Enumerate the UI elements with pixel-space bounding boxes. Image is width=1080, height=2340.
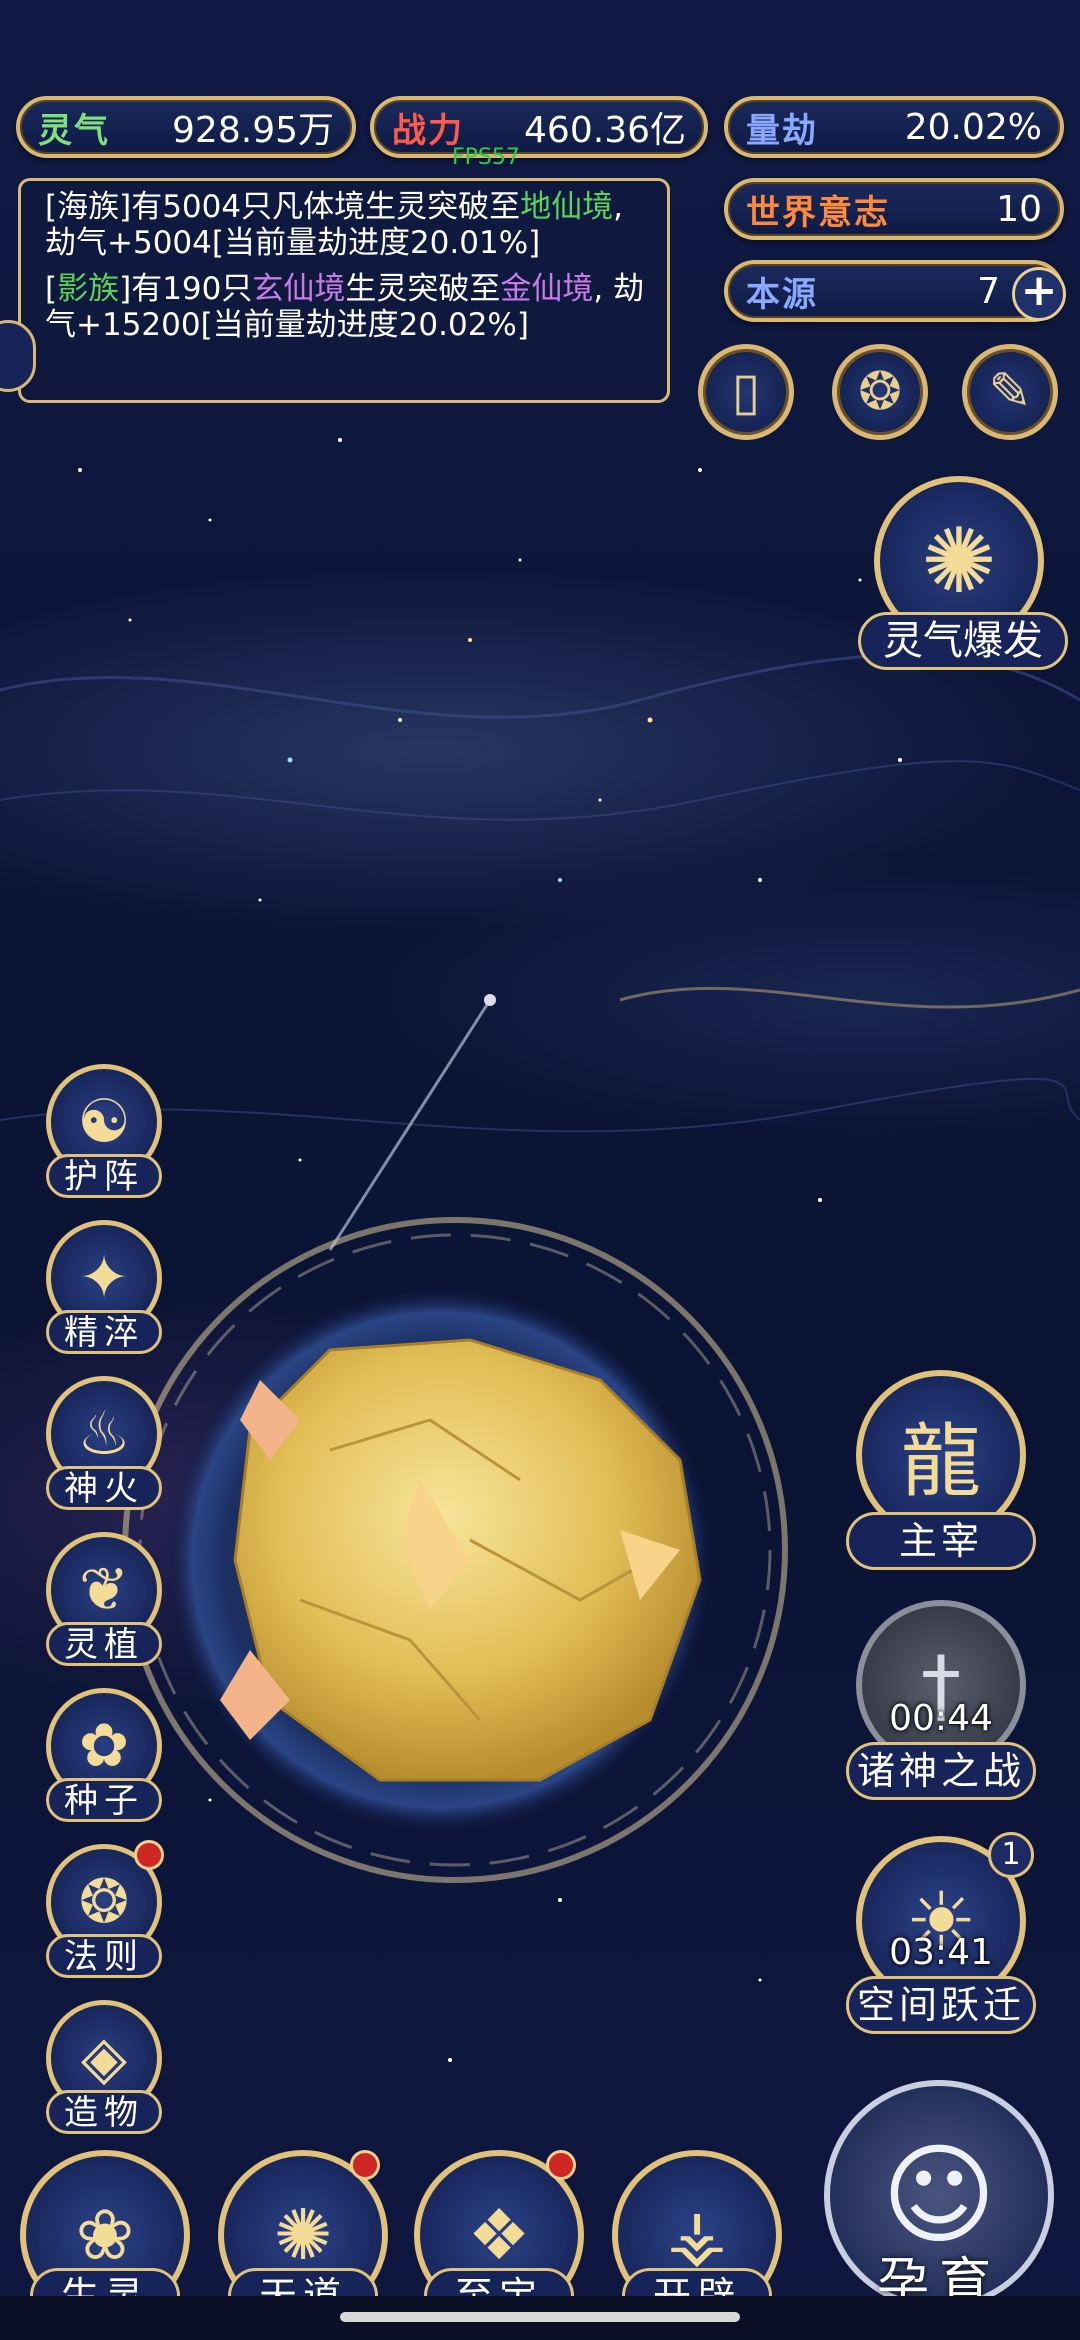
world-will-label: 世界意志	[746, 192, 890, 233]
liangjie-label: 量劫	[746, 110, 818, 151]
planet[interactable]	[122, 1217, 788, 1883]
skill-label: 种子	[46, 1778, 162, 1822]
benyuan-stat[interactable]: 本源 7 +	[724, 260, 1066, 322]
notification-dot	[546, 2150, 576, 2180]
log-highlight: 影族	[57, 271, 120, 307]
space-jump-timer: 03:41	[889, 1932, 993, 1973]
skill-jingcui[interactable]: ✦ 精淬	[34, 1220, 174, 1360]
skill-label: 护阵	[46, 1154, 162, 1198]
space-jump-button[interactable]: ☀ 1 03:41 空间跃迁	[846, 1832, 1036, 2046]
count-badge: 1	[988, 1832, 1034, 1878]
war-of-gods-label: 诸神之战	[846, 1742, 1036, 1800]
skill-huzhen[interactable]: ☯ 护阵	[34, 1064, 174, 1204]
portal-button[interactable]: ❂	[832, 344, 928, 440]
log-text: ]有190只	[119, 271, 253, 307]
benyuan-label: 本源	[746, 274, 818, 315]
cards-button[interactable]: ▯	[698, 344, 794, 440]
log-highlight: 金仙境	[500, 271, 594, 307]
skill-zhongzi[interactable]: ✿ 种子	[34, 1688, 174, 1828]
zhanli-stat[interactable]: 战力 460.36亿	[370, 96, 708, 158]
zhuzai-label: 主宰	[846, 1512, 1036, 1570]
skill-label: 法则	[46, 1934, 162, 1978]
skill-shenhuo[interactable]: ♨ 神火	[34, 1376, 174, 1516]
lingqi-value: 928.95万	[172, 110, 334, 151]
war-of-gods-timer: 00:44	[889, 1698, 993, 1739]
skill-label: 造物	[46, 2090, 162, 2134]
lingqi-stat[interactable]: 灵气 928.95万	[16, 96, 356, 158]
skill-faze[interactable]: ❂ 法则	[34, 1840, 174, 1984]
liangjie-value: 20.02%	[904, 106, 1042, 148]
skill-zaowu[interactable]: ◈ 造物	[34, 2000, 174, 2140]
log-highlight: 地仙境	[520, 189, 614, 225]
event-log: [海族]有5004只凡体境生灵突破至地仙境, 劫气+5004[当前量劫进度20.…	[18, 178, 670, 403]
yunyu-button[interactable]: ☺ 孕育	[814, 2080, 1064, 2330]
world-will-value: 10	[996, 188, 1042, 230]
log-text: [海族]有5004只凡体境生灵突破至	[45, 189, 521, 225]
lingqi-burst-label: 灵气爆发	[858, 612, 1068, 670]
benyuan-value: 7	[977, 270, 1000, 312]
home-indicator[interactable]	[340, 2312, 740, 2322]
log-highlight: 玄仙境	[252, 271, 346, 307]
log-line: [海族]有5004只凡体境生灵突破至地仙境, 劫气+5004[当前量劫进度20.…	[45, 189, 655, 261]
scroll-button[interactable]: ✎	[962, 344, 1058, 440]
swirl-portal-icon: ❂	[858, 362, 902, 422]
log-text: 生灵突破至	[345, 271, 501, 307]
skill-label: 神火	[46, 1466, 162, 1510]
notification-dot	[350, 2150, 380, 2180]
war-of-gods-button[interactable]: † 00:44 诸神之战	[846, 1600, 1036, 1810]
zhuzai-button[interactable]: 龍 主宰	[846, 1370, 1036, 1580]
log-text: [	[45, 271, 58, 307]
fps-counter: FPS57	[452, 145, 520, 170]
lingqi-label: 灵气	[38, 110, 110, 151]
notification-dot	[134, 1840, 164, 1870]
liangjie-stat[interactable]: 量劫 20.02%	[724, 96, 1064, 158]
space-jump-label: 空间跃迁	[846, 1976, 1036, 2034]
skill-label: 灵植	[46, 1622, 162, 1666]
skill-lingzhi[interactable]: ❦ 灵植	[34, 1532, 174, 1672]
add-benyuan-button[interactable]: +	[1012, 267, 1066, 321]
scroll-icon: ✎	[988, 362, 1032, 422]
lingqi-burst-button[interactable]: ✺ 灵气爆发	[858, 476, 1068, 686]
skill-label: 精淬	[46, 1310, 162, 1354]
log-line: [影族]有190只玄仙境生灵突破至金仙境, 劫气+15200[当前量劫进度20.…	[45, 271, 655, 343]
world-will-stat[interactable]: 世界意志 10	[724, 178, 1064, 240]
zhanli-value: 460.36亿	[524, 110, 686, 151]
cards-icon: ▯	[731, 362, 761, 422]
